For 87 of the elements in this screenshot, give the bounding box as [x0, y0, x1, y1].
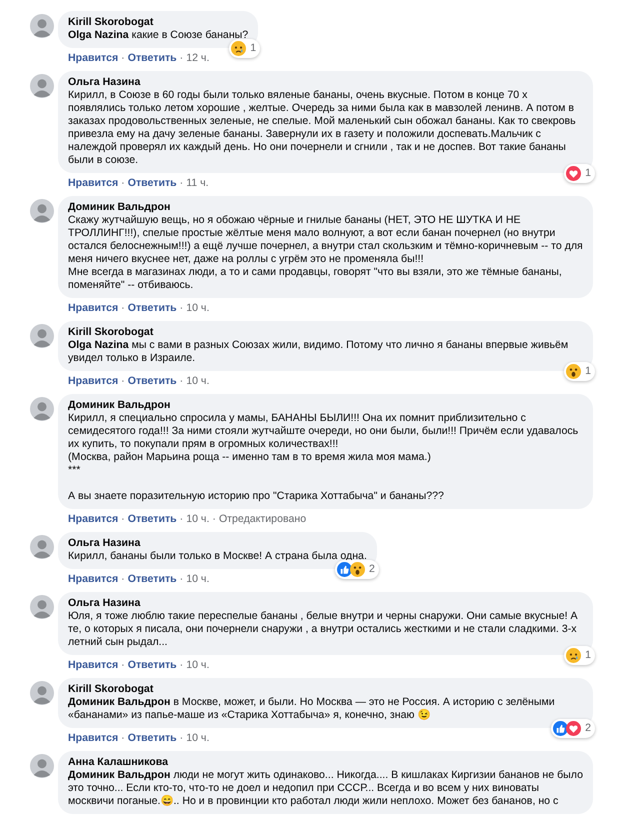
avatar[interactable]: [30, 681, 54, 705]
reaction-badge[interactable]: 1: [564, 362, 595, 381]
comment-text: Кирилл, я специально спросила у мамы, БАНАНЫ БЫЛИ!!! Она их помнит приблизительно с семидесятого года!!! За ними стояли жутчайште очереди, но они были, были!!! Причём если удавалось их купить, то покупали прям в огромных количествах!!! (Москва, район Марьина роща -- именно там в то время жила моя мама.) *** А вы знаете поразительную историю про "Старика Хоттабыча" и бананы???: [68, 412, 580, 503]
action-link[interactable]: Нравится: [68, 177, 118, 190]
separator: ·: [180, 375, 184, 388]
separator: ·: [121, 732, 125, 745]
comment-text: Доминик Вальдрон люди не могут жить одинаково... Никогда.... В кишлаках Киргизии бананов не было это точно... Если кто-то, что-то не доел и недопил при СССР... Всегда и во всем у них виноваты москвичи поганые.😄.. Но и в провинции кто работал люди жили неплохо. Может без бананов, но с: [68, 769, 583, 808]
reaction-badge[interactable]: 1: [564, 164, 595, 183]
avatar[interactable]: [30, 14, 54, 38]
reaction-badge[interactable]: 2: [335, 560, 379, 579]
author-name[interactable]: Доминик Вальдрон: [68, 399, 583, 412]
avatar[interactable]: [30, 397, 54, 421]
author-name[interactable]: Ольга Назина: [68, 597, 583, 610]
comment-meta[interactable]: 10 ч.: [186, 659, 210, 672]
action-link[interactable]: Нравится: [68, 573, 118, 586]
separator: ·: [121, 375, 125, 388]
comment-text: Olga Nazina мы с вами в разных Союзах жили, видимо. Потому что лично я бананы впервые живьём увидел только в Израиле.: [68, 339, 570, 365]
author-name[interactable]: Анна Калашникова: [68, 756, 583, 769]
separator: ·: [180, 302, 184, 315]
separator: ·: [121, 659, 125, 672]
thumbs-up-icon: [553, 721, 568, 736]
action-link[interactable]: Нравится: [68, 375, 118, 388]
separator: ·: [180, 52, 184, 65]
avatar[interactable]: [30, 535, 54, 559]
avatar[interactable]: [30, 595, 54, 619]
reaction-count: 2: [369, 563, 375, 576]
comment-meta[interactable]: 10 ч.: [186, 302, 210, 315]
action-link[interactable]: Ответить: [128, 573, 177, 586]
separator: ·: [121, 302, 125, 315]
sad-face-icon: [231, 41, 246, 56]
author-name[interactable]: Kirill Skorobogat: [68, 16, 248, 29]
reaction-count: 1: [585, 365, 591, 378]
comment-text: Доминик Вальдрон в Москве, может, и были. Но Москва — это не Россия. А историю с зелёными «бананами» из папье-маше из «Старика Хоттабыча» я, конечно, знаю 😉: [68, 696, 556, 722]
comment-meta[interactable]: 10 ч.: [186, 732, 210, 745]
reaction-badge[interactable]: 1: [229, 39, 260, 58]
comment-meta[interactable]: Отредактировано: [218, 513, 306, 526]
reaction-badge[interactable]: 1: [564, 646, 595, 665]
comment-text: Юля, я тоже люблю такие переспелые бананы , белые внутри и черны снаружи. Они самые вкусные! А те, о которых я писала, они почернели снаружи , а внутри остались жесткими и не стали сладкими. 3-х летний сын рыдал...: [68, 610, 579, 649]
thumbs-up-icon: [337, 562, 352, 577]
reaction-count: 1: [250, 42, 256, 55]
avatar[interactable]: [30, 324, 54, 348]
author-name[interactable]: Kirill Skorobogat: [68, 683, 583, 696]
action-link[interactable]: Нравится: [68, 732, 118, 745]
author-name[interactable]: Kirill Skorobogat: [68, 326, 583, 339]
comment-meta[interactable]: 11 ч.: [186, 177, 209, 190]
action-link[interactable]: Нравится: [68, 302, 118, 315]
reaction-count: 2: [585, 722, 591, 735]
action-link[interactable]: Нравится: [68, 52, 118, 65]
action-link[interactable]: Нравится: [68, 659, 118, 672]
surprised-face-icon: [350, 562, 365, 577]
action-link[interactable]: Ответить: [128, 732, 177, 745]
author-name[interactable]: Ольга Назина: [68, 537, 367, 550]
action-link[interactable]: Ответить: [128, 52, 177, 65]
avatar[interactable]: [30, 199, 54, 223]
comment-meta[interactable]: 10 ч.: [186, 573, 210, 586]
comment-meta[interactable]: 10 ч.: [186, 513, 210, 526]
separator: ·: [212, 513, 216, 526]
sad-face-icon: [566, 648, 582, 663]
separator: ·: [180, 513, 184, 526]
action-link[interactable]: Нравится: [68, 513, 118, 526]
avatar[interactable]: [30, 74, 54, 98]
action-link[interactable]: Ответить: [128, 302, 177, 315]
comment-text: Кирилл, в Союзе в 60 годы были только вяленые бананы, очень вкусные. Потом в конце 70 х появлялись только летом хорошие , желтые. Очередь за ними была как в мавзолей ленинв. А потом в заказах продовольственных зеленые, не спелые. Мой маленький сын обожал бананы. Как то свекровь привезла ему на дачу зеленые бананы. Завернули их в газету и положили доспевать.Мальчик с належдой проверял их каждый день. Но они почернели и сгнили , так и не доспев. Вот такие бананы были в союзе.: [68, 89, 577, 167]
comment-meta[interactable]: 10 ч.: [186, 375, 210, 388]
avatar[interactable]: [30, 754, 54, 778]
separator: ·: [121, 513, 125, 526]
action-link[interactable]: Ответить: [128, 177, 177, 190]
reaction-count: 1: [585, 649, 591, 662]
separator: ·: [180, 659, 184, 672]
action-link[interactable]: Ответить: [128, 375, 177, 388]
separator: ·: [180, 177, 184, 190]
separator: ·: [180, 732, 184, 745]
author-name[interactable]: Доминик Вальдрон: [68, 201, 583, 214]
separator: ·: [180, 573, 184, 586]
comment-text: Кирилл, бананы были только в Москве! А страна была одна.: [68, 550, 367, 563]
separator: ·: [121, 52, 125, 65]
action-link[interactable]: Ответить: [128, 659, 177, 672]
separator: ·: [121, 177, 125, 190]
comment-text: Olga Nazina какие в Союзе бананы?: [68, 29, 248, 42]
reaction-count: 1: [585, 167, 591, 180]
separator: ·: [121, 573, 125, 586]
comment-text: Скажу жутчайшую вещь, но я обожаю чёрные и гнилые бананы (НЕТ, ЭТО НЕ ШУТКА И НЕ ТРОЛЛИНГ!!!), спелые простые жёлтые меня мало волнуют, а вот если банан почернел (но внутри остался белоснежным!!!) а ещё лучше почернел, а внутри стал скользким и тёмно-коричневым -- то для меня ничего вкуснее нет, даже на роллы с угрём это не променяла бы!!! Мне всегда в магазинах люди, а то и сами продавцы, говорят "что вы взяли, это же тёмные бананы, поменяйте" -- отбиваюсь.: [68, 214, 583, 292]
reaction-badge[interactable]: 2: [551, 719, 595, 738]
action-link[interactable]: Ответить: [128, 513, 177, 526]
comment-meta[interactable]: 12 ч.: [186, 52, 210, 65]
author-name[interactable]: Ольга Назина: [68, 76, 583, 89]
surprised-face-icon: [566, 364, 582, 379]
